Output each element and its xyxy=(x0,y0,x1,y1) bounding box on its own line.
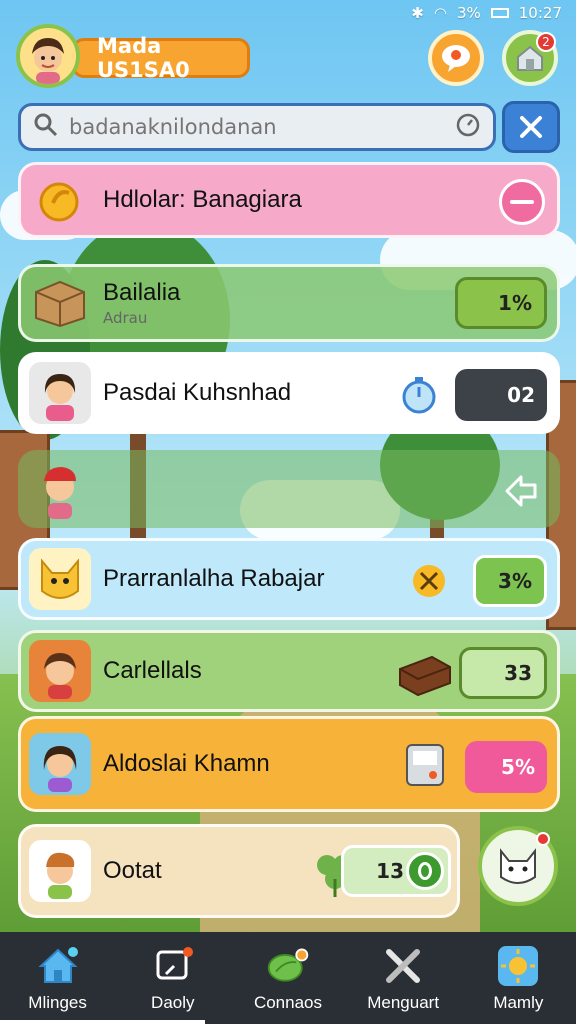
daily-icon xyxy=(150,943,196,989)
profile-avatar[interactable] xyxy=(16,24,80,88)
item-badge[interactable]: 1% xyxy=(455,277,547,329)
profile-name-pill[interactable]: Mada US1SA0 xyxy=(72,34,250,82)
item-badge[interactable]: 02 xyxy=(455,369,547,421)
minus-icon xyxy=(510,200,534,204)
item-subtitle: Adrau xyxy=(103,309,148,327)
nav-item-family[interactable]: Mamly xyxy=(468,943,568,1013)
close-search-button[interactable] xyxy=(502,101,560,153)
avatar xyxy=(29,733,91,795)
avatar xyxy=(29,548,91,610)
item-name: Ootat xyxy=(103,857,162,884)
item-name: Aldoslai Khamn xyxy=(103,750,270,777)
search-icon xyxy=(33,112,59,142)
list-item[interactable]: Bailalia Adrau 1% xyxy=(18,264,560,342)
avatar xyxy=(29,458,91,520)
list-item[interactable]: Carlellals 33 xyxy=(18,630,560,712)
pet-floating-button[interactable] xyxy=(478,826,558,906)
avatar xyxy=(29,362,91,424)
nav-label: Menguart xyxy=(367,993,440,1012)
cat-icon xyxy=(500,848,536,884)
pet-shelter-button[interactable]: 2 xyxy=(502,30,558,86)
item-badge[interactable]: 3% xyxy=(473,555,547,607)
list-item[interactable]: Aldoslai Khamn 5% xyxy=(18,716,560,812)
nav-item-settings[interactable]: Menguart xyxy=(353,943,453,1013)
item-name: Bailalia xyxy=(103,279,181,306)
battery-icon xyxy=(490,8,509,18)
item-badge[interactable]: 33 xyxy=(459,647,547,699)
badge-value: 33 xyxy=(504,661,532,685)
tools-icon xyxy=(411,563,447,603)
chat-button[interactable] xyxy=(428,30,484,86)
badge-value: 13 xyxy=(376,859,404,883)
battery-percent: 3% xyxy=(456,4,481,22)
badge-value: 5% xyxy=(501,755,535,779)
timer-icon xyxy=(455,112,481,142)
close-icon xyxy=(520,116,542,138)
chat-bubble-icon xyxy=(442,45,470,72)
gold-coin-icon xyxy=(29,169,91,231)
search-bar xyxy=(18,103,496,151)
timer-icon xyxy=(401,375,437,419)
nav-label: Connaos xyxy=(253,993,322,1012)
wifi-icon: ◠ xyxy=(433,4,447,22)
profile-name: Mada US1SA0 xyxy=(97,34,190,82)
badge-value: 3% xyxy=(498,569,532,593)
nav-item-daily[interactable]: Daoly xyxy=(123,943,223,1013)
avatar xyxy=(29,840,91,902)
nav-label: Daoly xyxy=(151,993,195,1012)
pet-notification-badge: 2 xyxy=(536,32,556,52)
power-icon xyxy=(406,852,444,890)
clock: 10:27 xyxy=(518,4,562,22)
avatar xyxy=(29,640,91,702)
bottom-nav: Mlinges Daoly Connaos Menguart Mamly xyxy=(0,932,576,1024)
chocolate-bar-icon xyxy=(398,653,452,701)
share-arrow-icon[interactable] xyxy=(503,473,539,513)
list-item[interactable]: Prarranlalha Rabajar 3% xyxy=(18,538,560,620)
badge-value: 1% xyxy=(498,291,532,315)
list-item[interactable]: Pasdai Kuhsnhad 02 xyxy=(18,352,560,434)
bluetooth-icon: ✱ xyxy=(411,4,424,22)
device-icon xyxy=(405,743,445,791)
item-name: Hdlolar: Banagiara xyxy=(103,186,302,213)
list-item[interactable]: Ootat 13 xyxy=(18,824,460,918)
nav-label: Mamly xyxy=(493,993,544,1012)
badge-value: 02 xyxy=(507,383,535,407)
list-item[interactable] xyxy=(18,450,560,528)
notification-dot xyxy=(536,832,550,846)
item-badge[interactable]: 13 xyxy=(341,845,451,897)
box-icon xyxy=(29,272,91,334)
home-icon xyxy=(35,943,81,989)
remove-button[interactable] xyxy=(499,179,545,225)
item-badge[interactable]: 5% xyxy=(465,741,547,793)
nav-label: Mlinges xyxy=(28,993,87,1012)
list-item[interactable]: Hdlolar: Banagiara xyxy=(18,162,560,238)
sun-icon xyxy=(495,943,541,989)
tools-icon xyxy=(380,943,426,989)
item-name: Carlellals xyxy=(103,657,202,684)
item-name: Pasdai Kuhsnhad xyxy=(103,379,292,406)
leaf-chat-icon xyxy=(265,943,311,989)
nav-active-indicator xyxy=(0,1020,205,1024)
nav-item-home[interactable]: Mlinges xyxy=(8,943,108,1013)
item-name: Prarranlalha Rabajar xyxy=(103,565,325,592)
header: Mada US1SA0 2 xyxy=(16,24,562,92)
search-input[interactable] xyxy=(69,115,455,139)
status-bar: ✱ ◠ 3% 10:27 xyxy=(0,0,576,26)
nav-item-connections[interactable]: Connaos xyxy=(238,943,338,1013)
